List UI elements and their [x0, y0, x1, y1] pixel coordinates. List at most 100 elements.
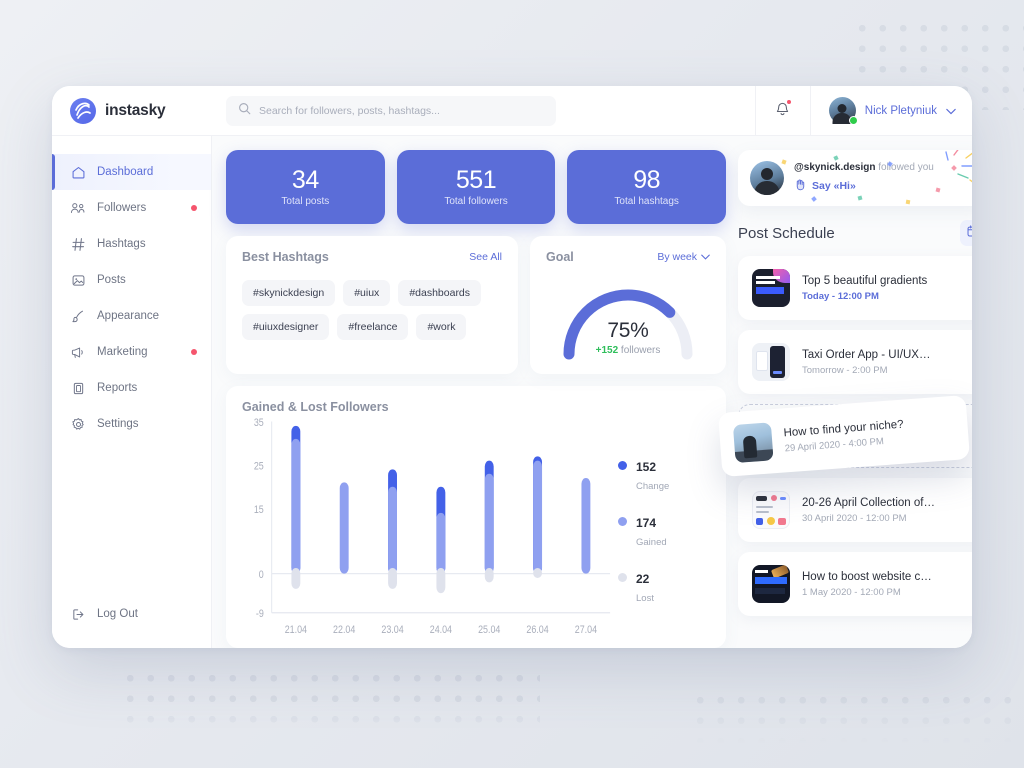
gained-lost-followers-card: Gained & Lost Followers 35 25 15 0 -9 21.04 22… [226, 386, 726, 648]
hashtag-chip[interactable]: #work [416, 314, 467, 340]
card-header: Best Hashtags See All [242, 250, 502, 264]
hash-icon [70, 236, 86, 252]
sidebar-item-label: Followers [97, 202, 147, 214]
stat-cards: 34 Total posts 551 Total followers 98 To… [226, 150, 727, 224]
chart-area: 35 25 15 0 -9 21.04 22.04 23.04 24.04 25.04 26.04 2… [242, 414, 710, 648]
logout-button[interactable]: Log Out [52, 596, 211, 632]
gear-icon [70, 416, 86, 432]
sidebar-item-settings[interactable]: Settings [52, 406, 211, 442]
svg-text:24.04: 24.04 [430, 624, 453, 636]
post-info: How to boost website c… 1 May 2020 - 12:… [802, 571, 932, 598]
stat-caption: Total posts [281, 196, 330, 208]
app-body: Dashboard Followers Hashtags Posts Appea… [52, 136, 972, 648]
legend-color-swatch [618, 573, 627, 582]
calendar-button[interactable] [960, 220, 972, 246]
chart-legend: 152 Change 174 Gained 22 Lost [618, 414, 710, 648]
card-title: Goal [546, 250, 574, 264]
post-title: How to boost website c… [802, 570, 932, 583]
search-box[interactable] [226, 95, 556, 126]
users-icon [70, 200, 86, 216]
post-schedule-item[interactable]: Top 5 beautiful gradients Today - 12:00 … [738, 256, 972, 320]
profile-menu[interactable]: Nick Pletyniuk [811, 97, 956, 125]
goal-gauge: 75% +152 followers [546, 270, 710, 362]
stat-card-total-posts[interactable]: 34 Total posts [226, 150, 385, 224]
bar-chart[interactable]: 35 25 15 0 -9 21.04 22.04 23.04 24.04 25.04 26.04 2… [242, 414, 618, 648]
notification-headline: @skynick.design followed you [794, 162, 934, 173]
hashtag-chip[interactable]: #dashboards [398, 280, 482, 306]
post-schedule-item[interactable]: Taxi Order App - UI/UX… Tomorrow - 2:00 … [738, 330, 972, 394]
sidebar-item-hashtags[interactable]: Hashtags [52, 226, 211, 262]
calendar-icon [966, 224, 972, 243]
search-icon [238, 102, 251, 120]
svg-text:-9: -9 [256, 608, 264, 620]
chart-title: Gained & Lost Followers [242, 400, 389, 414]
sidebar-badge-dot [191, 205, 197, 211]
sidebar-item-posts[interactable]: Posts [52, 262, 211, 298]
sidebar-item-label: Dashboard [97, 166, 154, 178]
main-content: 34 Total posts 551 Total followers 98 To… [212, 136, 972, 648]
gauge-readout: 75% +152 followers [546, 319, 710, 356]
post-time: Today - 12:00 PM [802, 290, 879, 302]
best-hashtags-card: Best Hashtags See All #skynickdesign #ui… [226, 236, 518, 374]
collection-thumb [752, 491, 790, 529]
svg-text:25: 25 [254, 461, 264, 473]
sidebar-item-reports[interactable]: Reports [52, 370, 211, 406]
legend-item-change: 152 Change [618, 458, 710, 494]
hashtags-goal-row: Best Hashtags See All #skynickdesign #ui… [226, 236, 726, 374]
boost-thumb [752, 565, 790, 603]
post-time: 30 April 2020 - 12:00 PM [802, 512, 907, 524]
hashtag-chip[interactable]: #freelance [337, 314, 409, 340]
follower-avatar [750, 161, 784, 195]
hashtag-chip[interactable]: #skynickdesign [242, 280, 336, 306]
left-column: 34 Total posts 551 Total followers 98 To… [226, 150, 727, 648]
goal-period-selector[interactable]: By week [657, 251, 710, 263]
home-icon [70, 164, 86, 180]
post-schedule-list[interactable]: Top 5 beautiful gradients Today - 12:00 … [717, 256, 972, 648]
say-hi-button[interactable]: Say «Hi» [794, 178, 934, 194]
svg-text:26.04: 26.04 [526, 624, 549, 636]
svg-text:21.04: 21.04 [285, 624, 308, 636]
background-dots-bottom-right [690, 690, 1024, 750]
follower-notification-card: @skynick.design followed you Say «Hi» [738, 150, 972, 206]
background-dots-bottom-left [120, 668, 540, 736]
svg-text:22.04: 22.04 [333, 624, 356, 636]
hashtag-chip[interactable]: #uiux [343, 280, 391, 306]
sidebar-item-followers[interactable]: Followers [52, 190, 211, 226]
legend-color-swatch [618, 517, 627, 526]
gradients-thumb [752, 269, 790, 307]
hashtag-chip[interactable]: #uiuxdesigner [242, 314, 330, 340]
hashtag-list: #skynickdesign #uiux #dashboards #uiuxde… [242, 280, 502, 340]
post-title: Taxi Order App - UI/UX… [802, 348, 931, 361]
search-input[interactable] [259, 104, 544, 117]
post-schedule-item[interactable]: How to boost website c… 1 May 2020 - 12:… [738, 552, 972, 616]
sidebar-item-dashboard[interactable]: Dashboard [52, 154, 211, 190]
goal-card: Goal By week 75% +152 followers [530, 236, 726, 374]
say-hi-label: Say «Hi» [812, 180, 856, 192]
post-time: Tomorrow - 2:00 PM [802, 364, 888, 376]
notifications-button[interactable] [754, 86, 811, 136]
post-info: 20-26 April Collection of… 30 April 2020… [802, 497, 935, 524]
see-all-link[interactable]: See All [469, 251, 502, 263]
svg-text:0: 0 [259, 569, 264, 581]
bell-icon [774, 98, 793, 122]
card-title: Best Hashtags [242, 250, 329, 264]
instasky-logo-icon [70, 97, 96, 124]
clipboard-icon [70, 380, 86, 396]
sidebar-item-label: Reports [97, 382, 138, 394]
stat-value: 34 [291, 165, 319, 194]
goal-period-label: By week [657, 251, 697, 263]
post-schedule-item[interactable]: 20-26 April Collection of… 30 April 2020… [738, 478, 972, 542]
legend-label: Change [636, 481, 670, 492]
legend-value: 22 [636, 572, 650, 586]
brand-logo[interactable]: instasky [52, 97, 212, 124]
legend-item-lost: 22 Lost [618, 570, 710, 606]
stat-card-total-hashtags[interactable]: 98 Total hashtags [567, 150, 727, 224]
post-schedule-title: Post Schedule [738, 224, 835, 242]
chevron-down-icon[interactable] [946, 102, 956, 120]
online-status-indicator [848, 116, 858, 125]
profile-name: Nick Pletyniuk [864, 104, 937, 117]
sidebar-item-marketing[interactable]: Marketing [52, 334, 211, 370]
taxi-thumb [752, 343, 790, 381]
sidebar-item-appearance[interactable]: Appearance [52, 298, 211, 334]
stat-card-total-followers[interactable]: 551 Total followers [396, 150, 556, 224]
